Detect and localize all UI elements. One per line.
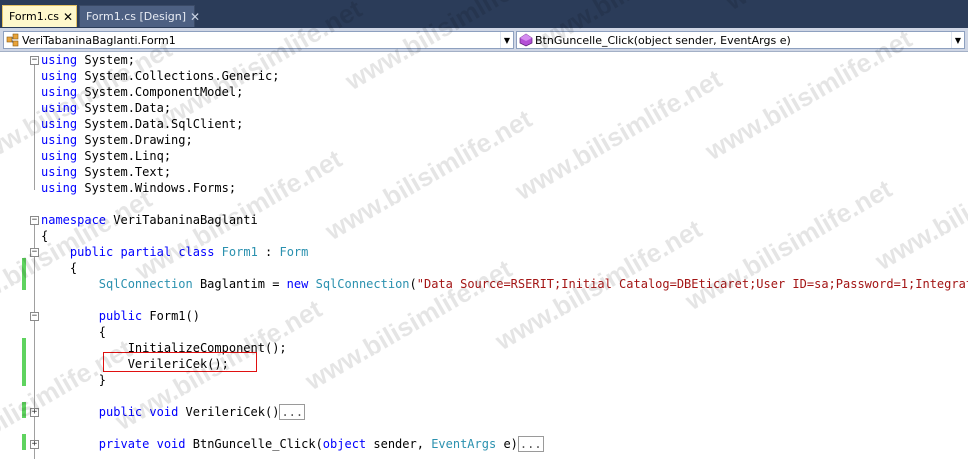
code-token: System.Text;: [84, 165, 172, 179]
code-token: BtnGuncelle_Click(: [192, 437, 323, 451]
code-token: using: [41, 181, 78, 195]
outline-guide: [34, 65, 35, 190]
code-token: new: [286, 277, 309, 291]
code-token: class: [178, 245, 215, 259]
code-token: EventArgs: [431, 437, 497, 451]
code-line: using System.Collections.Generic;: [41, 68, 968, 84]
code-token: SqlConnection: [315, 277, 410, 291]
collapsed-region[interactable]: ...: [279, 404, 306, 420]
code-token: System.Collections.Generic;: [84, 69, 280, 83]
tab-form1-design[interactable]: Form1.cs [Design] ✕: [79, 5, 200, 27]
code-line: using System.ComponentModel;: [41, 84, 968, 100]
code-token: Form1: [221, 245, 258, 259]
code-token: private: [98, 437, 150, 451]
member-dropdown-value: BtnGuncelle_Click(object sender, EventAr…: [535, 33, 791, 47]
code-token: public: [98, 405, 143, 419]
type-dropdown[interactable]: VeriTabaninaBaglanti.Form1 ▼: [3, 31, 514, 49]
code-token: System.Drawing;: [84, 133, 193, 147]
change-indicator: [22, 434, 26, 450]
expand-icon[interactable]: +: [30, 408, 39, 417]
code-token: System.ComponentModel;: [84, 85, 244, 99]
code-line: {: [41, 229, 49, 243]
code-line: using System.Text;: [41, 164, 968, 180]
collapsed-region[interactable]: ...: [517, 436, 544, 452]
code-token: public: [98, 309, 143, 323]
change-indicator: [22, 338, 26, 386]
code-editor[interactable]: − − − − + + using System; using System.C…: [0, 52, 968, 459]
code-line: namespace VeriTabaninaBaglanti: [41, 212, 968, 228]
code-line: }: [41, 373, 107, 387]
code-token: public: [69, 245, 114, 259]
close-icon[interactable]: ✕: [190, 10, 200, 24]
code-token: System.Windows.Forms;: [84, 181, 237, 195]
code-line: {: [41, 261, 78, 275]
collapse-icon[interactable]: −: [30, 248, 39, 257]
code-token: namespace: [41, 213, 107, 227]
code-token: e): [496, 437, 518, 451]
code-line: using System.Data;: [41, 100, 968, 116]
highlight-box: [103, 352, 257, 372]
change-indicator: [22, 258, 26, 290]
chevron-down-icon[interactable]: ▼: [951, 32, 964, 48]
collapse-icon[interactable]: −: [30, 56, 39, 65]
code-token: partial: [120, 245, 172, 259]
code-line: using System.Linq;: [41, 148, 968, 164]
code-token: "Data Source=RSERIT;Initial Catalog=DBEt…: [416, 277, 968, 291]
code-token: Form: [279, 245, 309, 259]
code-token: System;: [84, 53, 135, 67]
document-tab-strip: Form1.cs ✕ Form1.cs [Design] ✕: [0, 0, 968, 28]
code-line: using System.Data.SqlClient;: [41, 116, 968, 132]
tab-label: Form1.cs [Design]: [86, 10, 187, 23]
code-token: using: [41, 85, 78, 99]
collapse-icon[interactable]: −: [30, 216, 39, 225]
navigation-bar: VeriTabaninaBaglanti.Form1 ▼ BtnGuncelle…: [0, 28, 968, 52]
type-dropdown-value: VeriTabaninaBaglanti.Form1: [22, 33, 176, 47]
code-token: Form1(): [149, 309, 200, 323]
code-line: public partial class Form1 : Form: [69, 245, 309, 259]
code-token: void: [149, 405, 179, 419]
tab-form1-cs[interactable]: Form1.cs ✕: [2, 5, 77, 27]
code-token: VeriTabaninaBaglanti: [113, 213, 258, 227]
chevron-down-icon[interactable]: ▼: [500, 32, 513, 48]
code-token: using: [41, 53, 78, 67]
outline-guide: [34, 321, 35, 383]
change-indicator: [22, 402, 26, 418]
code-line: public void VerileriCek()...: [41, 404, 968, 420]
code-line: {: [41, 325, 107, 339]
code-token: void: [156, 437, 186, 451]
code-token: SqlConnection: [98, 277, 193, 291]
code-token: System.Data.SqlClient;: [84, 117, 244, 131]
code-token: System.Linq;: [84, 149, 172, 163]
code-token: using: [41, 101, 78, 115]
member-dropdown[interactable]: BtnGuncelle_Click(object sender, EventAr…: [516, 31, 965, 49]
code-token: System.Data;: [84, 101, 172, 115]
code-token: object: [322, 437, 367, 451]
code-line: using System.Windows.Forms;: [41, 180, 968, 196]
code-line: public Form1(): [41, 308, 968, 324]
code-token: VerileriCek(): [185, 405, 280, 419]
code-token: sender,: [366, 437, 432, 451]
code-token: using: [41, 133, 78, 147]
class-icon: [6, 33, 19, 47]
collapse-icon[interactable]: −: [30, 312, 39, 321]
code-token: using: [41, 117, 78, 131]
expand-icon[interactable]: +: [30, 440, 39, 449]
code-line: SqlConnection Baglantim = new SqlConnect…: [41, 276, 968, 292]
method-icon: [519, 33, 533, 47]
code-text: using System; using System.Collections.G…: [41, 52, 968, 452]
code-line: using System.Drawing;: [41, 132, 968, 148]
code-token: Baglantim: [199, 277, 265, 291]
code-token: using: [41, 165, 78, 179]
tab-label: Form1.cs: [9, 10, 59, 23]
close-icon[interactable]: ✕: [63, 10, 73, 24]
code-line: private void BtnGuncelle_Click(object se…: [41, 436, 968, 452]
code-token: using: [41, 149, 78, 163]
code-token: using: [41, 69, 78, 83]
code-line: using System;: [41, 52, 968, 68]
